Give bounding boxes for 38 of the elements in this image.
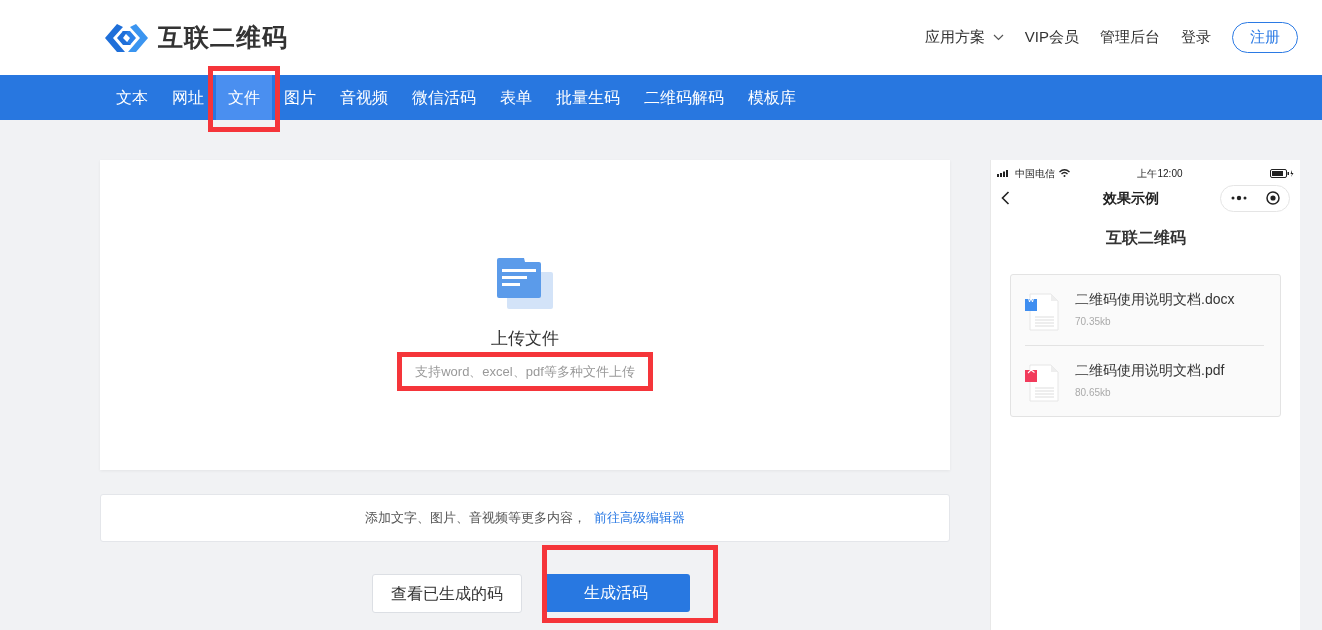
more-content-text: 添加文字、图片、音视频等更多内容， [365, 509, 587, 528]
nav-tab[interactable]: 音视频 [328, 75, 400, 120]
battery-icon [1270, 168, 1294, 178]
upload-hint: 支持word、excel、pdf等多种文件上传 [415, 363, 635, 379]
nav-link[interactable]: 应用方案 [924, 26, 1004, 49]
page-title: 效果示例 [1103, 188, 1159, 208]
wifi-icon [1059, 169, 1070, 177]
file-name: 二维码使用说明文档.pdf [1075, 361, 1225, 380]
nav-tab[interactable]: 二维码解码 [632, 75, 736, 120]
nav-tab[interactable]: 模板库 [736, 75, 808, 120]
advanced-editor-link[interactable]: 前往高级编辑器 [593, 508, 685, 528]
back-icon[interactable] [1001, 191, 1010, 205]
nav-tab[interactable]: 批量生码 [544, 75, 632, 120]
nav-link[interactable]: VIP会员 [1024, 26, 1079, 49]
folder-icon [497, 258, 553, 310]
status-time: 上午12:00 [1137, 166, 1183, 181]
upload-title: 上传文件 [491, 328, 559, 350]
more-icon[interactable] [1230, 195, 1247, 201]
register-button[interactable]: 注册 [1232, 22, 1298, 53]
nav-tab[interactable]: 网址 [160, 75, 216, 120]
carrier-text: 中国电信 [1015, 166, 1055, 181]
document-icon [1025, 293, 1059, 331]
logo-text: 互联二维码 [158, 21, 288, 53]
file-size: 80.65kb [1075, 386, 1112, 400]
nav-tab[interactable]: 文件 [216, 75, 272, 120]
nav-link[interactable]: 登录 [1181, 26, 1211, 49]
upload-card[interactable]: 上传文件 支持word、excel、pdf等多种文件上传 [100, 160, 950, 470]
file-name: 二维码使用说明文档.docx [1075, 290, 1235, 309]
preview-heading: 互联二维码 [1105, 229, 1186, 246]
nav-tab[interactable]: 微信活码 [400, 75, 488, 120]
view-codes-button[interactable]: 查看已生成的码 [372, 574, 522, 613]
signal-icon [997, 169, 1011, 177]
nav-tab[interactable]: 文本 [104, 75, 160, 120]
file-size: 70.35kb [1075, 315, 1112, 329]
nav-link[interactable]: 管理后台 [1100, 26, 1160, 49]
nav-tab[interactable]: 表单 [488, 75, 544, 120]
nav-tab[interactable]: 图片 [272, 75, 328, 120]
document-icon [1025, 364, 1059, 402]
